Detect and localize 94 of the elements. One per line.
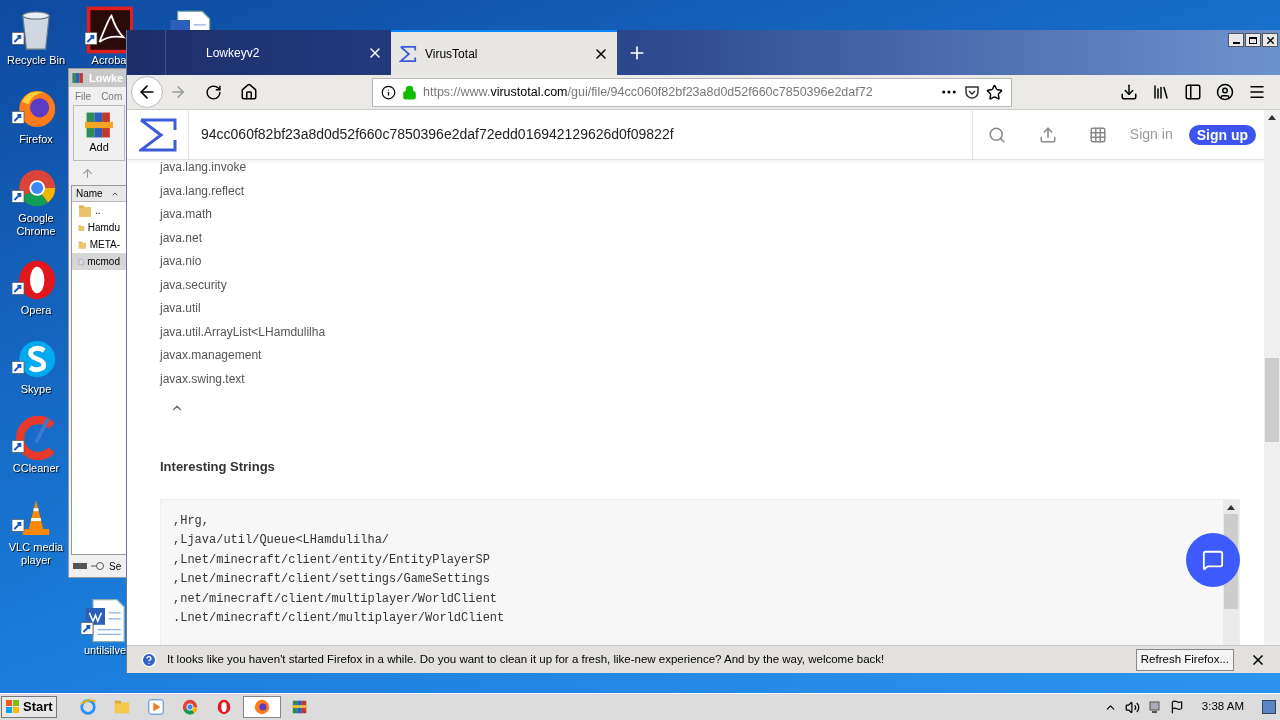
- bookmark-star-icon[interactable]: [986, 83, 1003, 101]
- show-desktop-button[interactable]: [1262, 700, 1276, 714]
- reload-icon[interactable]: [205, 83, 222, 101]
- sigma-logo-icon[interactable]: [138, 117, 177, 152]
- download-icon[interactable]: [1120, 83, 1138, 101]
- sidebar-icon[interactable]: [1184, 83, 1202, 101]
- import-item: java.net: [160, 230, 204, 247]
- add-button[interactable]: Add: [89, 138, 109, 156]
- chat-icon: [1202, 549, 1224, 571]
- maximize-button[interactable]: [1245, 33, 1261, 47]
- minimize-icon: [1232, 42, 1240, 44]
- volume-icon[interactable]: [1124, 699, 1140, 715]
- string-line: ,net/minecraft/client/multiplayer/WorldClient: [173, 590, 498, 608]
- import-item: java.nio: [160, 254, 203, 270]
- app-icon: [252, 698, 271, 716]
- import-item: java.util.ArrayList<LHamdulilha: [160, 324, 327, 341]
- tab-title: Lowkeyv2: [206, 44, 261, 62]
- close-icon: [1264, 34, 1276, 46]
- refresh-button[interactable]: Refresh Firefox...: [1135, 648, 1234, 671]
- string-line: .Lnet/minecraft/client/multiplayer/WorldClient: [173, 610, 505, 628]
- string-line: ,Lnet/minecraft/client/entity/EntityPlayerSP: [173, 551, 490, 569]
- desktop-icon-label[interactable]: CCleaner: [12, 462, 60, 475]
- search-field[interactable]: 94cc060f82bf23a8d0d52f660c7850396e2daf72edd016942129626d0f09822f: [189, 124, 972, 145]
- file-row[interactable]: ..: [72, 202, 126, 219]
- file-row[interactable]: Hamdu: [72, 219, 126, 236]
- file-row[interactable]: mcmod: [72, 253, 126, 270]
- file-name: META-: [89, 238, 120, 252]
- import-item: java.util: [160, 301, 202, 317]
- desktop-icon-label[interactable]: Firefox: [19, 133, 53, 146]
- desktop-icon-label[interactable]: Acroba: [91, 54, 127, 67]
- file-name: mcmod: [87, 255, 120, 269]
- archive-books-icon: [83, 110, 115, 139]
- file-row[interactable]: META-: [72, 236, 126, 253]
- apps-grid-icon[interactable]: [1088, 125, 1107, 144]
- archive-icon: [71, 71, 85, 85]
- address-bar[interactable]: https://www.virustotal.com/gui/file/94cc060f82bf23a8d0d52f660c7850396e2daf72: [372, 77, 1012, 107]
- info-icon[interactable]: [381, 84, 396, 100]
- menu-item[interactable]: File: [75, 88, 92, 104]
- help-icon: [141, 651, 157, 668]
- desktop-icon-label[interactable]: untilsilve: [83, 644, 127, 657]
- import-item: javax.management: [160, 348, 263, 364]
- string-line: ,Hrg,: [173, 512, 209, 530]
- file-name: Hamdu: [87, 221, 120, 235]
- desktop-icon-label[interactable]: VLC media player: [0, 541, 72, 567]
- status-text: Se: [109, 559, 122, 574]
- tab-title: VirusTotal: [425, 45, 479, 63]
- section-title: Interesting Strings: [160, 458, 276, 476]
- search-icon[interactable]: [988, 125, 1007, 144]
- app-icon: [78, 698, 97, 716]
- drive-icon: [73, 563, 87, 569]
- desktop-icon-label[interactable]: Recycle Bin: [6, 54, 66, 67]
- menu-item[interactable]: Com: [101, 88, 123, 104]
- taskbar-app-button[interactable]: [242, 696, 281, 718]
- key-icon: [91, 561, 105, 571]
- clock[interactable]: 3:38 AM: [1201, 698, 1244, 716]
- import-item: java.lang.invoke: [160, 160, 248, 176]
- flag-icon[interactable]: [1169, 700, 1184, 714]
- maximize-icon: [1249, 36, 1257, 44]
- sign-up-button[interactable]: Sign up: [1188, 124, 1256, 145]
- desktop-icon-label[interactable]: Google Chrome: [0, 212, 72, 238]
- close-button[interactable]: [1262, 33, 1278, 47]
- sigma-logo-icon: [399, 44, 417, 63]
- url-text: https://www.virustotal.com/gui/file/94cc060f82bf23a8d0d52f660c7850396e2daf72: [423, 83, 874, 101]
- string-line: ,Ljava/util/Queue<LHamdulilha/: [173, 532, 390, 550]
- scrollbar-thumb[interactable]: [1265, 358, 1279, 442]
- string-line: ,Lnet/minecraft/client/settings/GameSettings: [173, 571, 490, 589]
- start-button[interactable]: Start: [1, 696, 57, 718]
- minimize-button[interactable]: [1228, 33, 1244, 47]
- import-item: java.math: [160, 207, 214, 223]
- network-icon[interactable]: [1147, 700, 1162, 714]
- browser-tab[interactable]: VirusTotal: [391, 30, 617, 75]
- notification-message: It looks like you haven't started Firefox in a while. Do you want to clean it up for a fresh, like-new experience? And by the way, welcome back!: [167, 651, 885, 667]
- desktop-icon-label[interactable]: Skype: [20, 383, 52, 396]
- app-icon: [112, 698, 131, 716]
- desktop-icon-label[interactable]: Opera: [20, 304, 52, 317]
- file-name: ..: [95, 204, 101, 218]
- library-icon[interactable]: [1152, 83, 1170, 101]
- column-header[interactable]: Name: [72, 186, 126, 202]
- lock-icon: [402, 84, 417, 100]
- windows-logo-icon: [5, 699, 21, 715]
- account-icon[interactable]: [1216, 83, 1234, 101]
- import-item: java.lang.reflect: [160, 183, 246, 200]
- menu-icon[interactable]: [1248, 83, 1266, 101]
- document-icon: [168, 10, 212, 30]
- folder-icon: [78, 203, 92, 218]
- upload-icon[interactable]: [1038, 125, 1057, 144]
- home-icon[interactable]: [240, 83, 258, 101]
- app-icon: [180, 698, 199, 716]
- pocket-icon[interactable]: [964, 84, 980, 100]
- back-button[interactable]: [131, 76, 163, 108]
- import-item: java.security: [160, 277, 228, 294]
- app-icon: [146, 698, 165, 716]
- import-item: javax.swing.text: [160, 371, 246, 388]
- app-icon: [290, 698, 309, 716]
